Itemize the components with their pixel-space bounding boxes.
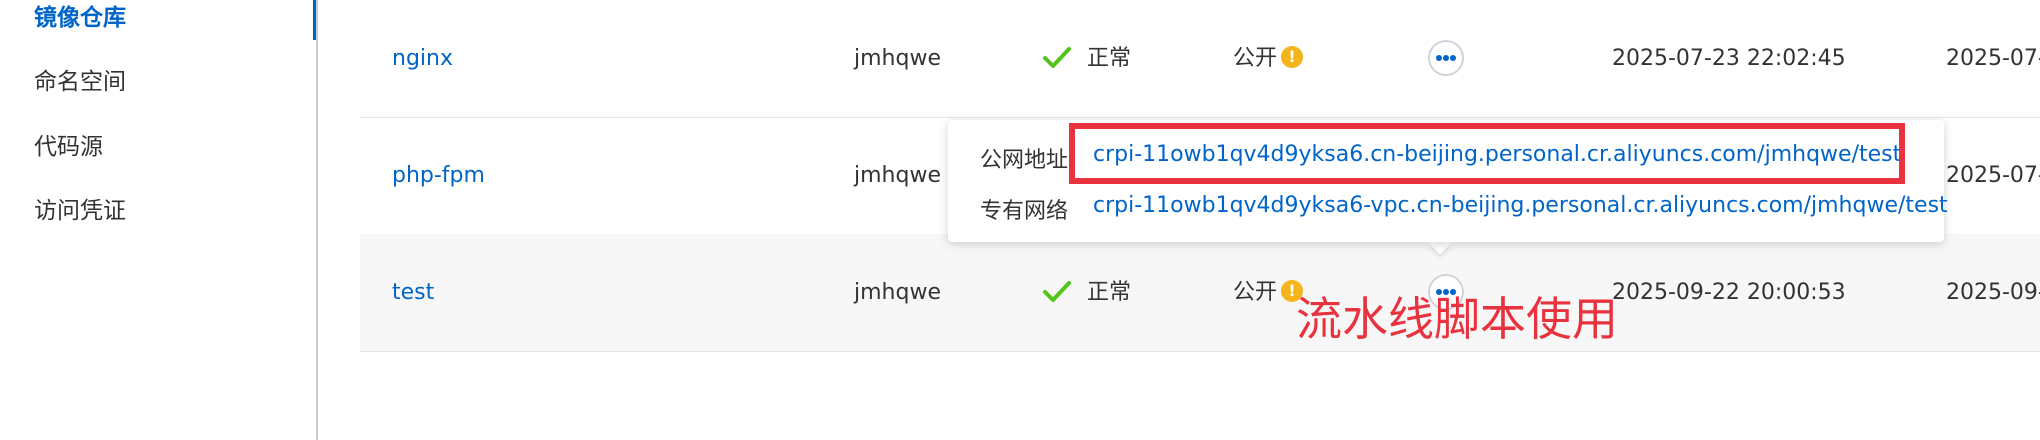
- repo-updated-time: 2025-09-: [1946, 280, 2040, 305]
- repo-namespace: jmhqwe: [854, 280, 941, 305]
- repo-visibility-label: 公开: [1233, 280, 1278, 305]
- repo-status: 正常: [1087, 46, 1132, 71]
- annotation-text: 流水线脚本使用: [1296, 292, 1618, 346]
- repo-created-time: 2025-07-23 22:02:45: [1612, 46, 1846, 71]
- vpc-address-link[interactable]: crpi-11owb1qv4d9yksa6-vpc.cn-beijing.per…: [1093, 193, 1948, 218]
- more-icon: [1436, 55, 1456, 61]
- repo-status: 正常: [1087, 280, 1132, 305]
- repo-name-link[interactable]: test: [392, 234, 434, 351]
- repo-visibility-label: 公开: [1233, 46, 1278, 71]
- repo-name-link[interactable]: php-fpm: [392, 117, 485, 234]
- repo-updated-time: 2025-07-: [1946, 46, 2040, 71]
- repo-created-time: 2025-09-22 20:00:53: [1612, 280, 1846, 305]
- repo-namespace: jmhqwe: [854, 163, 941, 188]
- info-icon[interactable]: !: [1281, 46, 1304, 68]
- table-row: nginx jmhqwe 正常 公开! 2025-07-23 22:02:45 …: [360, 0, 2040, 118]
- sidebar: 镜像仓库 命名空间 代码源 访问凭证: [0, 0, 318, 440]
- sidebar-item-access-credentials[interactable]: 访问凭证: [34, 191, 126, 225]
- highlight-box: [1069, 123, 1905, 184]
- repo-name-link[interactable]: nginx: [392, 0, 453, 117]
- repo-visibility: 公开!: [1233, 0, 1304, 117]
- public-address-label: 公网地址: [980, 148, 1069, 173]
- vpc-address-label: 专有网络: [980, 199, 1069, 224]
- check-icon: [1043, 47, 1071, 68]
- repo-updated-time: 2025-07-: [1946, 163, 2040, 188]
- more-actions-button[interactable]: [1428, 40, 1464, 76]
- table-row: test jmhqwe 正常 公开! 2025-09-22 20:00:53 2…: [360, 234, 2040, 352]
- repo-namespace: jmhqwe: [854, 46, 941, 71]
- check-icon: [1043, 281, 1071, 302]
- sidebar-item-image-repos[interactable]: 镜像仓库: [34, 0, 126, 32]
- sidebar-divider: [316, 0, 318, 440]
- sidebar-item-namespaces[interactable]: 命名空间: [34, 62, 126, 96]
- repo-visibility: 公开!: [1233, 234, 1304, 351]
- sidebar-item-code-sources[interactable]: 代码源: [34, 127, 103, 161]
